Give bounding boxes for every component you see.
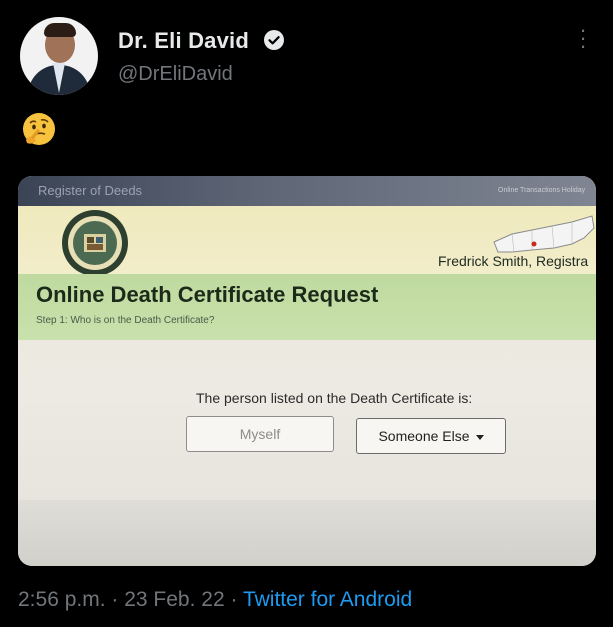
meta-separator: · — [105, 588, 125, 611]
tweet-source-link[interactable]: Twitter for Android — [243, 588, 412, 611]
author-name[interactable]: Dr. Eli David — [118, 28, 249, 54]
step-label: Step 1: Who is on the Death Certificate? — [36, 315, 215, 326]
tweet-metadata: 2:56 p.m. · 23 Feb. 22 · Twitter for And… — [18, 588, 412, 612]
thinking-face-emoji-icon — [23, 113, 55, 145]
tweet-media[interactable]: Register of Deeds Online Transactions Ho… — [18, 176, 596, 566]
someone-else-label: Someone Else — [378, 428, 470, 444]
more-options-icon[interactable]: · · · — [576, 19, 590, 57]
north-carolina-map-icon — [493, 215, 595, 253]
site-top-bar-right: Online Transactions Holiday — [498, 187, 586, 194]
verified-badge-icon — [264, 30, 284, 50]
author-handle[interactable]: @DrEliDavid — [118, 63, 233, 86]
avatar-hair — [44, 23, 76, 37]
someone-else-button: Someone Else — [356, 418, 506, 454]
myself-button: Myself — [186, 416, 334, 452]
dropdown-caret-icon — [475, 434, 484, 440]
page-title: Online Death Certificate Request — [36, 282, 379, 307]
county-seal-icon — [62, 210, 128, 276]
site-top-bar: Register of Deeds Online Transactions Ho… — [18, 176, 596, 206]
tweet-date[interactable]: 23 Feb. 22 — [124, 588, 224, 611]
photographed-screen: Register of Deeds Online Transactions Ho… — [18, 176, 596, 566]
site-footer — [18, 500, 596, 566]
person-listed-prompt: The person listed on the Death Certifica… — [196, 390, 473, 406]
author-avatar[interactable] — [20, 17, 98, 95]
site-top-bar-text: Register of Deeds — [38, 183, 143, 198]
meta-separator-2: · — [224, 588, 243, 611]
tweet-time[interactable]: 2:56 p.m. — [18, 588, 106, 611]
registrar-name: Fredrick Smith, Registra — [438, 253, 589, 269]
